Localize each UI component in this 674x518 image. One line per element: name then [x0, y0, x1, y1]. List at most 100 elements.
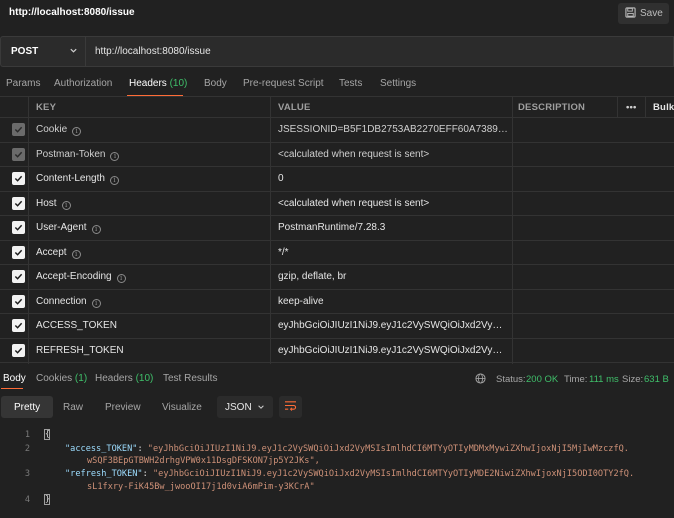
status-code: 200 OK — [526, 374, 559, 385]
table-row: Cookie i JSESSIONID=B5F1DB2753AB2270EFF60… — [0, 118, 674, 143]
size-value[interactable]: 631 B — [644, 374, 669, 385]
view-visualize-button[interactable]: Visualize — [149, 396, 215, 418]
info-icon[interactable]: i — [110, 151, 120, 161]
response-tab-headers[interactable]: Headers (10) — [95, 373, 153, 384]
tab-authorization[interactable]: Authorization — [54, 78, 112, 89]
header-value[interactable]: PostmanRuntime/7.28.3 — [278, 222, 510, 233]
line-number: 4 — [24, 495, 30, 505]
view-pretty-button[interactable]: Pretty — [1, 396, 54, 418]
row-checkbox[interactable] — [12, 147, 25, 161]
response-tab-test-results[interactable]: Test Results — [163, 373, 217, 384]
url-input[interactable]: http://localhost:8080/issue — [86, 36, 674, 67]
header-value[interactable]: gzip, deflate, br — [278, 271, 510, 282]
info-icon[interactable]: i — [71, 249, 81, 259]
info-icon[interactable]: i — [61, 200, 71, 210]
header-value[interactable]: <calculated when request is sent> — [278, 198, 510, 209]
row-checkbox[interactable] — [12, 270, 25, 283]
tab-label: Test Results — [163, 373, 218, 384]
chevron-down-icon — [69, 46, 78, 58]
request-title[interactable]: http://localhost:8080/issue — [9, 7, 135, 18]
tab-label: Tests — [339, 78, 363, 89]
json-value: "eyJhbGciOiJIUzI1NiJ9.eyJ1c2VySWQiOiJxd2… — [152, 469, 635, 479]
code-line: wSQF3BEpGTBWH2drhgVPW0x11DsgDFSKON7jp5Y2… — [87, 456, 320, 466]
tab-headers[interactable]: Headers (10) — [129, 78, 187, 89]
code-line: "refresh_TOKEN": "eyJhbGciOiJIUzI1NiJ9.e… — [65, 469, 635, 479]
row-checkbox[interactable] — [12, 319, 25, 332]
response-tab-body[interactable]: Body — [3, 373, 26, 384]
header-key: REFRESH_TOKEN — [36, 344, 124, 356]
column-description: DESCRIPTION — [518, 102, 586, 113]
row-checkbox[interactable] — [12, 245, 25, 259]
header-value[interactable]: 0 — [278, 173, 510, 184]
info-icon[interactable]: i — [72, 127, 82, 136]
divider — [645, 96, 646, 118]
request-tabs: Params Authorization Headers (10) Body P… — [0, 74, 674, 96]
json-key: "access_TOKEN" — [65, 444, 138, 454]
row-checkbox[interactable] — [12, 123, 25, 136]
save-button[interactable]: Save — [618, 3, 669, 24]
status-label: Status: — [496, 374, 526, 385]
format-label: JSON — [225, 401, 252, 413]
code-line: sL1fxry-FiK45Bw_jwooOI17j1d0viA6mPim-y3K… — [87, 482, 315, 492]
wrap-lines-button[interactable] — [279, 396, 302, 418]
tab-settings[interactable]: Settings — [380, 78, 416, 89]
header-value[interactable]: eyJhbGciOiJIUzI1NiJ9.eyJ1c2VySWQiOiJxd2V… — [278, 345, 510, 356]
info-icon[interactable]: i — [91, 298, 101, 308]
tab-params[interactable]: Params — [6, 78, 40, 89]
status-value[interactable]: 200 OK — [526, 374, 558, 385]
tab-label: Params — [6, 78, 41, 89]
format-select[interactable]: JSON — [217, 396, 273, 418]
method-label: POST — [11, 46, 39, 57]
save-icon — [625, 6, 636, 21]
tab-pre-request-script[interactable]: Pre-request Script — [243, 78, 324, 89]
row-checkbox[interactable] — [12, 172, 25, 185]
time-label: Time: — [564, 374, 588, 385]
json-key: "refresh_TOKEN" — [65, 469, 143, 479]
row-checkbox[interactable] — [12, 294, 25, 308]
table-row: Content-Length i 0 — [0, 167, 674, 192]
header-key-text: User-Agent — [36, 222, 87, 233]
method-select[interactable]: POST — [0, 36, 86, 67]
header-key-text: Connection — [36, 295, 87, 307]
tab-tests[interactable]: Tests — [339, 78, 362, 89]
info-icon[interactable]: i — [109, 176, 119, 185]
line-number: 3 — [24, 469, 30, 479]
header-value[interactable]: keep-alive — [278, 296, 510, 307]
brace-text: { — [45, 429, 50, 438]
view-raw-button[interactable]: Raw — [50, 396, 96, 418]
header-key-text: Cookie — [36, 124, 68, 135]
tab-count: (1) — [74, 373, 88, 384]
response-tab-cookies[interactable]: Cookies (1) — [36, 373, 87, 384]
code-line: "access_TOKEN": "eyJhbGciOiJIUzI1NiJ9.ey… — [65, 444, 629, 454]
more-options-button[interactable]: ••• — [626, 102, 637, 113]
globe-icon[interactable] — [475, 373, 486, 387]
header-key: Accept i — [36, 247, 81, 259]
tab-label: Headers — [95, 373, 133, 384]
header-value[interactable]: <calculated when request is sent> — [278, 149, 510, 160]
info-icon[interactable]: i — [91, 225, 101, 234]
header-key-text: Host — [36, 197, 57, 209]
header-value[interactable]: eyJhbGciOiJIUzI1NiJ9.eyJ1c2VySWQiOiJxd2V… — [278, 320, 510, 331]
tab-count: (10) — [135, 373, 154, 384]
json-value: "eyJhbGciOiJIUzI1NiJ9.eyJ1c2VySWQiOiJxd2… — [147, 444, 629, 454]
header-value[interactable]: JSESSIONID=B5F1DB2753AB2270EFF60A7389EDF… — [278, 124, 510, 135]
row-checkbox[interactable] — [12, 343, 25, 357]
table-row: ACCESS_TOKEN eyJhbGciOiJIUzI1NiJ9.eyJ1c2… — [0, 314, 674, 339]
header-key-text: Postman-Token — [36, 148, 106, 160]
bulk-edit-button[interactable]: Bulk — [653, 102, 674, 113]
column-value: VALUE — [278, 102, 311, 113]
time-value[interactable]: 111 ms — [589, 374, 619, 385]
view-preview-button[interactable]: Preview — [92, 396, 154, 418]
header-value[interactable]: */* — [278, 247, 510, 258]
header-key-text: Accept — [36, 246, 67, 258]
row-checkbox[interactable] — [12, 196, 25, 210]
info-icon[interactable]: i — [116, 274, 126, 283]
row-checkbox[interactable] — [12, 221, 25, 234]
header-key-text: Content-Length — [36, 173, 105, 184]
table-row: Accept-Encoding i gzip, deflate, br — [0, 265, 674, 290]
chevron-down-icon — [257, 403, 265, 414]
header-key: Accept-Encoding i — [36, 271, 126, 283]
column-key: KEY — [36, 102, 57, 113]
header-key: Host i — [36, 198, 71, 210]
tab-body[interactable]: Body — [204, 78, 227, 89]
